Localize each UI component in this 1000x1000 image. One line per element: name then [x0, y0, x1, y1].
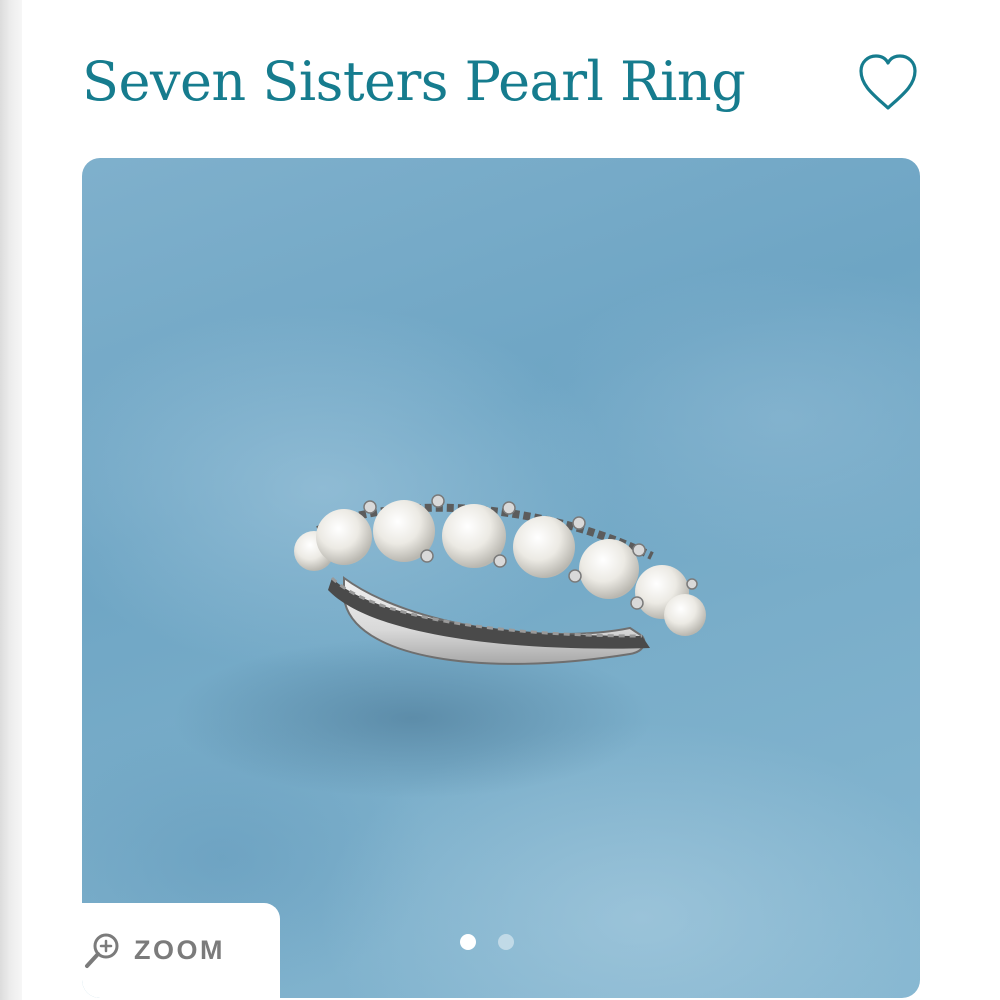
heart-outline-icon	[859, 54, 917, 110]
zoom-label: ZOOM	[134, 935, 225, 965]
product-image-gallery[interactable]: ZOOM	[82, 158, 920, 998]
carousel-dot-2[interactable]	[498, 934, 514, 950]
carousel-pagination	[460, 934, 514, 950]
magnifier-plus-icon	[82, 931, 122, 971]
favorite-button[interactable]	[855, 50, 921, 116]
product-image[interactable]	[82, 158, 920, 998]
product-page: Seven Sisters Pearl Ring ZOOM	[0, 0, 1000, 1000]
carousel-dot-1[interactable]	[460, 934, 476, 950]
page-shadow-edge	[0, 0, 22, 1000]
product-title: Seven Sisters Pearl Ring	[82, 50, 746, 113]
zoom-button[interactable]: ZOOM	[82, 903, 280, 998]
